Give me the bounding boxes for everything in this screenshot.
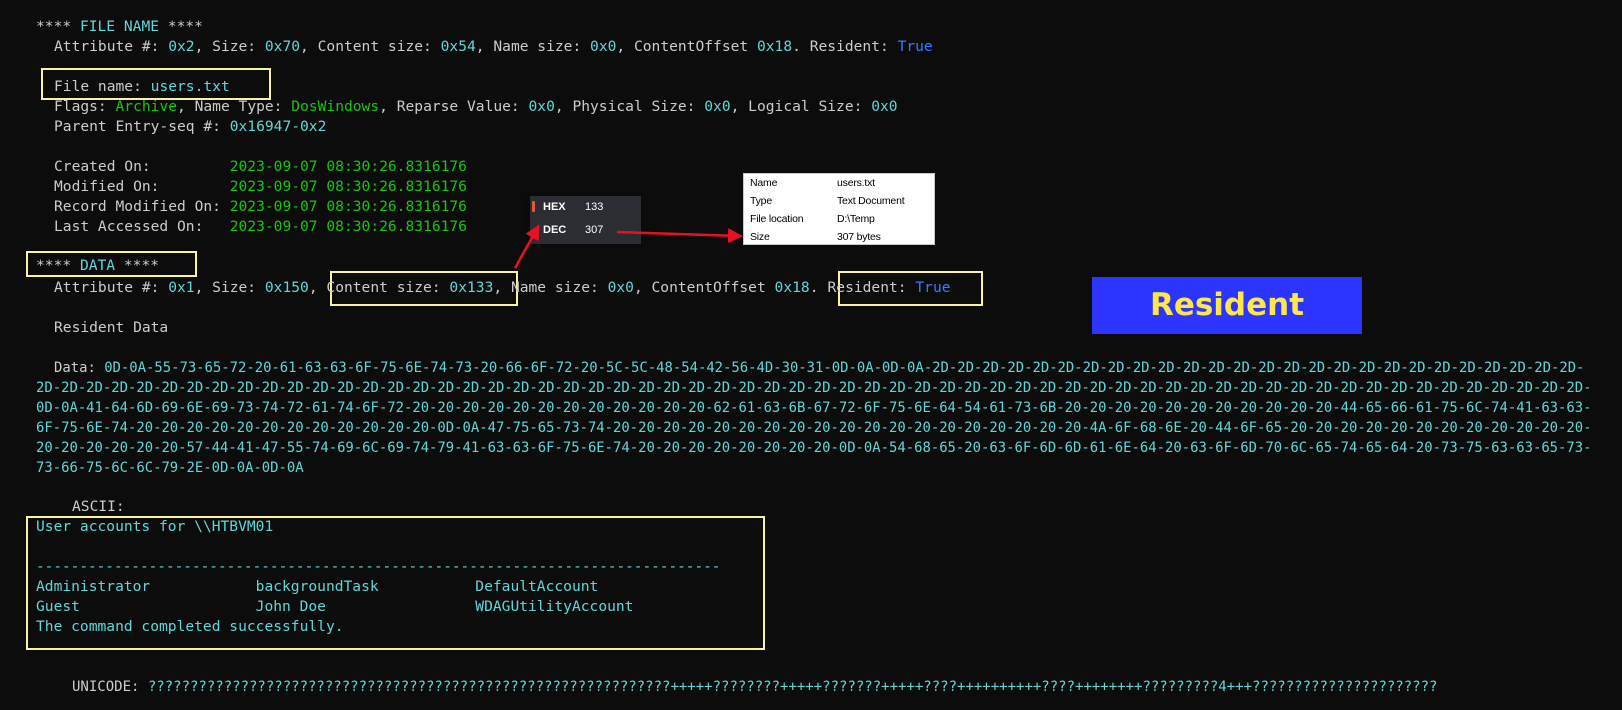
separator: , <box>493 279 503 296</box>
resident-badge: Resident <box>1092 277 1362 334</box>
content-offset-label: , ContentOffset <box>633 279 775 296</box>
ascii-line: Administrator backgroundTask DefaultAcco… <box>36 578 599 595</box>
data-hex-block: Data: 0D-0A-55-73-65-72-20-61-63-63-6F-7… <box>36 358 1592 478</box>
attribute-value: 0x1 <box>168 279 195 296</box>
content-offset-value: 0x18 <box>774 279 810 296</box>
size-label: , Size: <box>194 279 265 296</box>
unicode-value: ????????????????????????????????????????… <box>147 679 1438 695</box>
unicode-line: UNICODE: ???????????????????????????????… <box>72 677 1437 697</box>
name-size-label: Name size: <box>502 279 608 296</box>
separator: . <box>809 279 819 296</box>
content-size-label: Content size: <box>326 279 450 296</box>
resident-label: Resident: <box>827 279 916 296</box>
ascii-line: User accounts for \\HTBVM01 <box>36 518 274 535</box>
ascii-line: The command completed successfully. <box>36 618 344 635</box>
resident-data-label: Resident Data <box>54 319 169 336</box>
name-size-value: 0x0 <box>607 279 634 296</box>
ascii-line: Guest John Doe WDAGUtilityAccount <box>36 598 634 615</box>
ascii-label: ASCII: <box>72 498 125 515</box>
header-label: DATA <box>79 257 116 274</box>
data-header: **** DATA **** <box>36 256 159 276</box>
header-stars: **** <box>36 257 80 274</box>
header-stars: **** <box>115 257 160 274</box>
arrow-to-hex-popup <box>513 224 540 269</box>
arrow-to-properties <box>616 228 743 244</box>
ascii-separator: ----------------------------------------… <box>36 559 721 575</box>
data-label: Data: <box>54 360 105 376</box>
data-attribute-line: Attribute #: 0x1, Size: 0x150, Content s… <box>54 278 951 298</box>
resident-value: True <box>915 279 951 296</box>
attribute-label: Attribute #: <box>54 279 169 296</box>
size-value: 0x150 <box>264 279 309 296</box>
unicode-label: UNICODE: <box>72 679 148 695</box>
separator: , <box>308 279 327 296</box>
content-size-value: 0x133 <box>449 279 494 296</box>
data-hex-value: 0D-0A-55-73-65-72-20-61-63-63-6F-75-6E-7… <box>36 360 1592 476</box>
